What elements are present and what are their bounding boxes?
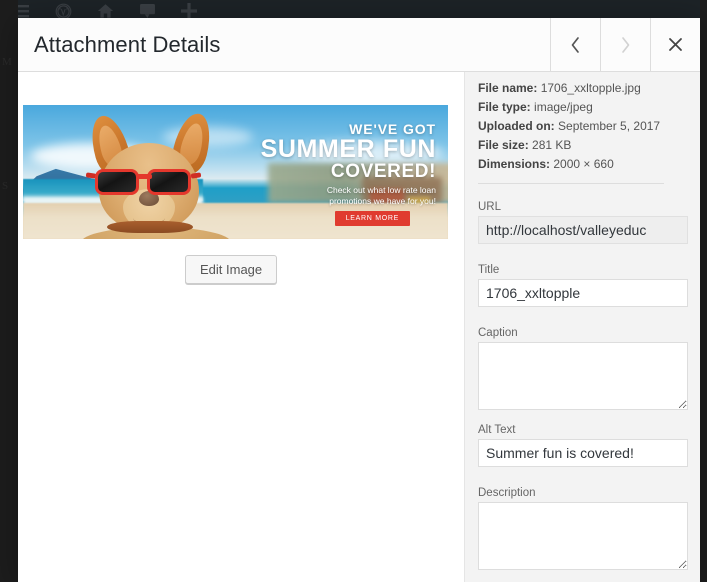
banner-subtext-line-1: Check out what low rate loan: [326, 185, 436, 195]
meta-file-size-value: 281 KB: [532, 138, 572, 152]
previous-attachment-button[interactable]: [550, 18, 600, 71]
meta-uploaded-on-value: September 5, 2017: [558, 119, 661, 133]
modal-header: Attachment Details: [18, 18, 700, 72]
dog-collar: [107, 221, 193, 233]
meta-file-type-value: image/jpeg: [534, 100, 593, 114]
meta-file-size: File size: 281 KB: [478, 136, 688, 155]
url-field: URL: [478, 201, 688, 244]
modal-backdrop-right[interactable]: [700, 0, 707, 582]
meta-dimensions: Dimensions: 2000 × 660: [478, 155, 688, 174]
meta-file-name-value: 1706_xxltopple.jpg: [540, 81, 641, 95]
description-field: Description: [478, 487, 688, 570]
meta-uploaded-on: Uploaded on: September 5, 2017: [478, 117, 688, 136]
next-attachment-button[interactable]: [600, 18, 650, 71]
banner-cta-button: LEARN MORE: [334, 211, 410, 226]
backdrop-ghost-text: M: [2, 56, 12, 68]
alt-text-input[interactable]: [478, 439, 688, 467]
meta-dimensions-label: Dimensions:: [478, 157, 551, 171]
banner-image: WE'VE GOT SUMMER FUN COVERED! Check out …: [23, 105, 448, 239]
title-input[interactable]: [478, 279, 688, 307]
modal-header-buttons: [550, 18, 700, 71]
url-input[interactable]: [478, 216, 688, 244]
title-field: Title: [478, 264, 688, 307]
modal-backdrop-left[interactable]: M S: [0, 0, 18, 582]
backdrop-ghost-text-2: S: [2, 180, 9, 192]
attachment-preview-pane: WE'VE GOT SUMMER FUN COVERED! Check out …: [18, 72, 465, 582]
metadata-divider: [478, 183, 664, 184]
caption-label: Caption: [478, 327, 518, 339]
caption-textarea[interactable]: [478, 342, 688, 410]
attachment-metadata: File name: 1706_xxltopple.jpg File type:…: [478, 79, 688, 174]
meta-file-size-label: File size:: [478, 138, 529, 152]
meta-file-name: File name: 1706_xxltopple.jpg: [478, 79, 688, 98]
meta-file-name-label: File name:: [478, 81, 538, 95]
alt-text-label: Alt Text: [478, 424, 516, 436]
title-label: Title: [478, 264, 500, 276]
page-title: Attachment Details: [34, 32, 221, 57]
caption-field: Caption: [478, 327, 688, 410]
close-button[interactable]: [650, 18, 700, 71]
edit-image-button[interactable]: Edit Image: [185, 255, 278, 284]
meta-dimensions-value: 2000 × 660: [553, 157, 614, 171]
meta-uploaded-on-label: Uploaded on:: [478, 119, 555, 133]
meta-file-type: File type: image/jpeg: [478, 98, 688, 117]
meta-file-type-label: File type:: [478, 100, 531, 114]
alt-text-field: Alt Text: [478, 424, 688, 467]
dog-illustration: [71, 109, 241, 239]
attachment-info-pane: File name: 1706_xxltopple.jpg File type:…: [465, 72, 700, 582]
attachment-details-modal: Attachment Details WE'VE GOT SUMMER FUN …: [18, 18, 700, 582]
description-textarea[interactable]: [478, 502, 688, 570]
attachment-thumbnail[interactable]: WE'VE GOT SUMMER FUN COVERED! Check out …: [23, 105, 448, 239]
banner-subtext: Check out what low rate loan promotions …: [327, 185, 436, 207]
url-label: URL: [478, 201, 502, 213]
modal-body: WE'VE GOT SUMMER FUN COVERED! Check out …: [18, 72, 700, 582]
description-label: Description: [478, 487, 536, 499]
banner-line-3: COVERED!: [330, 161, 436, 182]
banner-line-2: SUMMER FUN: [260, 135, 436, 163]
banner-subtext-line-2: promotions we have for you!: [329, 196, 436, 206]
sunglasses-icon: [85, 165, 205, 199]
